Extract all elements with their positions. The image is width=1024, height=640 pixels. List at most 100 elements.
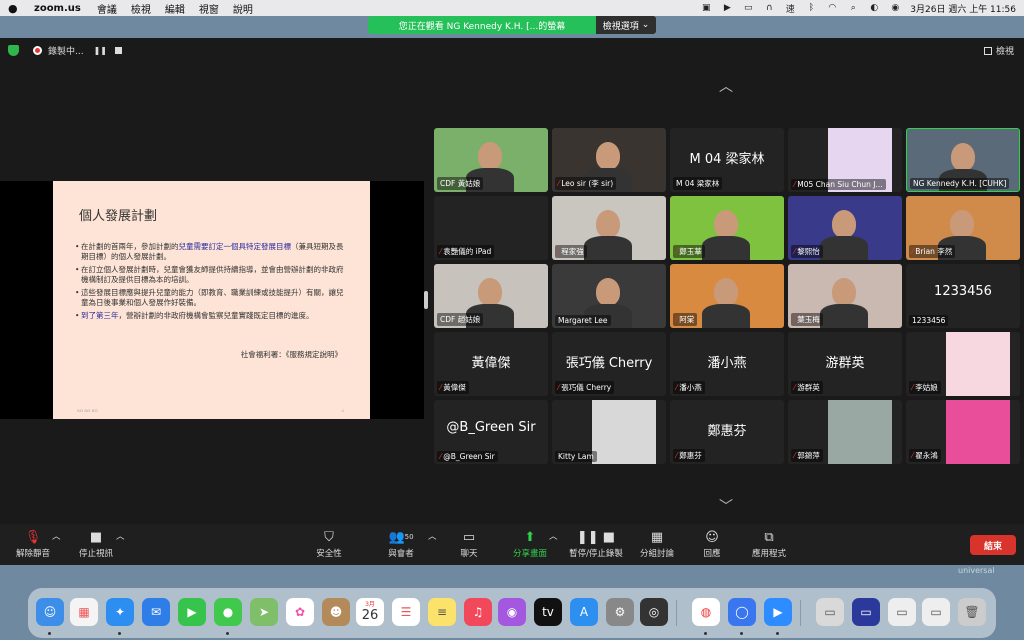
podcasts-icon[interactable]: ◉	[498, 598, 526, 626]
participant-tile[interactable]: @B_Green Sir ⁄ @B_Green Sir	[434, 400, 548, 464]
participant-tile[interactable]: ⁄ 翟永鴻	[906, 400, 1020, 464]
finder-icon[interactable]: ☺	[36, 598, 64, 626]
zoom-status-icon[interactable]: ▣	[700, 3, 712, 13]
participant-tile[interactable]: 1233456 1233456	[906, 264, 1020, 328]
pause-recording-icon[interactable]: ❚❚	[94, 46, 107, 55]
participants-caret-icon[interactable]: ︿	[428, 530, 437, 542]
running-indicator	[118, 632, 121, 635]
video-options-caret-icon[interactable]: ︿	[116, 530, 125, 542]
participant-tile[interactable]: ⁄ 袁艷儀的 iPad	[434, 196, 548, 260]
participant-tile[interactable]: ⁄ 郭錦萍	[788, 400, 902, 464]
pause-stop-recording-button[interactable]: ❚❚ ■ 暫停/停止錄製	[566, 530, 626, 559]
participant-tile[interactable]: Margaret Lee	[552, 264, 666, 328]
participant-tile[interactable]: 張巧儀 Cherry ⁄ 張巧儀 Cherry	[552, 332, 666, 396]
control-center-icon[interactable]: ◐	[868, 3, 880, 13]
participant-tile[interactable]: ⁄ 鄭玉華	[670, 196, 784, 260]
messages-icon[interactable]: ●	[214, 598, 242, 626]
participant-tile[interactable]: CDF 黃姑娘	[434, 128, 548, 192]
safari-icon[interactable]: ✦	[106, 598, 134, 626]
chat-button[interactable]: ▭ 聊天	[456, 530, 482, 559]
contacts-icon[interactable]: ☻	[322, 598, 350, 626]
minimized-window-icon[interactable]: ▭	[816, 598, 844, 626]
unmute-button[interactable]: 🎙 解除靜音	[14, 530, 52, 559]
view-button[interactable]: 檢視	[983, 44, 1014, 57]
participant-tile[interactable]: 潘小燕 ⁄ 潘小燕	[670, 332, 784, 396]
participant-tile[interactable]: 鄭惠芬 ⁄ 鄭惠芬	[670, 400, 784, 464]
participant-tile[interactable]: CDF 趙姑娘	[434, 264, 548, 328]
participants-button[interactable]: 👥50 與會者	[384, 530, 418, 559]
end-meeting-button[interactable]: 結束	[970, 535, 1016, 555]
participant-tile[interactable]: ⁄ 葉玉梅	[788, 264, 902, 328]
participant-video	[946, 332, 1010, 396]
participant-tile[interactable]: ⁄ 阿棠	[670, 264, 784, 328]
share-options-caret-icon[interactable]: ︿	[549, 530, 558, 542]
share-screen-button[interactable]: ⬆ 分享畫面	[510, 530, 550, 559]
participant-tile[interactable]: ⁄ Brian 李然	[906, 196, 1020, 260]
participant-tile[interactable]: 游群英 ⁄ 游群英	[788, 332, 902, 396]
view-options-button[interactable]: 檢視選項 ⌄	[596, 16, 656, 34]
play-icon[interactable]: ▶	[721, 3, 733, 13]
slide-page-number: 2	[341, 408, 344, 413]
minimized-window-icon[interactable]: ▭	[922, 598, 950, 626]
headphones-icon[interactable]: ∩	[763, 3, 775, 13]
app-name-menu[interactable]: zoom.us	[34, 3, 81, 14]
apple-icon[interactable]: ●	[8, 2, 20, 15]
audio-options-caret-icon[interactable]: ︿	[52, 530, 61, 542]
encryption-shield-icon[interactable]	[8, 44, 19, 56]
music-icon[interactable]: ♫	[464, 598, 492, 626]
zoom-dock-icon[interactable]: ▶	[764, 598, 792, 626]
input-method-icon[interactable]: 速	[784, 3, 796, 15]
minimized-window-icon[interactable]: ▭	[852, 598, 880, 626]
participant-tile[interactable]: ⁄ M05 Chan Siu Chun J...	[788, 128, 902, 192]
system-preferences-icon[interactable]: ⚙	[606, 598, 634, 626]
participant-tile[interactable]: ⁄ Leo sir (李 sir)	[552, 128, 666, 192]
participant-tile[interactable]: ⁄ 黎熙怡	[788, 196, 902, 260]
disk-utility-icon[interactable]: ◎	[640, 598, 668, 626]
split-view-handle[interactable]	[424, 291, 428, 309]
siri-icon[interactable]: ◉	[889, 3, 901, 13]
participant-tile[interactable]: Kitty Lam	[552, 400, 666, 464]
reactions-button[interactable]: ☺ 回應	[700, 530, 724, 559]
participant-name-label: ⁄ 翟永鴻	[909, 449, 941, 462]
reminders-icon[interactable]: ☰	[392, 598, 420, 626]
app-store-icon[interactable]: A	[570, 598, 598, 626]
menu-meeting[interactable]: 會議	[97, 1, 117, 16]
participant-tile[interactable]: M 04 梁家林 M 04 梁家林	[670, 128, 784, 192]
battery-icon[interactable]: ▭	[742, 3, 754, 13]
participant-name-label: ⁄ 潘小燕	[673, 381, 705, 394]
facetime-icon[interactable]: ▶	[178, 598, 206, 626]
notes-icon[interactable]: ≡	[428, 598, 456, 626]
wifi-icon[interactable]: ◠	[826, 3, 838, 13]
menu-window[interactable]: 視窗	[199, 1, 219, 16]
chrome-icon[interactable]: ◍	[692, 598, 720, 626]
apps-button[interactable]: ⧉ 應用程式	[750, 530, 788, 559]
muted-mic-icon: ⁄	[912, 451, 914, 460]
gallery-page-up-icon[interactable]: ︿	[713, 80, 739, 94]
maps-icon[interactable]: ➤	[250, 598, 278, 626]
breakout-rooms-button[interactable]: ▦ 分組討論	[638, 530, 676, 559]
menu-edit[interactable]: 編輯	[165, 1, 185, 16]
launchpad-icon[interactable]: ▦	[70, 598, 98, 626]
mail-icon[interactable]: ✉	[142, 598, 170, 626]
minimized-window-icon[interactable]: ▭	[888, 598, 916, 626]
participant-tile[interactable]: ⁄ 程家強	[552, 196, 666, 260]
participant-tile[interactable]: ⁄ 李姑娘	[906, 332, 1020, 396]
search-icon[interactable]: ⌕	[847, 3, 859, 13]
stop-recording-icon[interactable]	[115, 46, 122, 54]
participant-tile[interactable]: 黃偉傑 ⁄ 黃偉傑	[434, 332, 548, 396]
stop-video-button[interactable]: ■ 停止視訊	[76, 530, 116, 559]
menubar-clock[interactable]: 3月26日 週六 上午 11:56	[910, 2, 1016, 15]
calendar-icon[interactable]: 3月 26	[356, 598, 384, 626]
trash-icon[interactable]: 🗑	[958, 598, 986, 626]
menu-view[interactable]: 檢視	[131, 1, 151, 16]
bluetooth-icon[interactable]: ᛒ	[805, 3, 817, 13]
menu-help[interactable]: 說明	[233, 1, 253, 16]
apple-tv-icon[interactable]: tv	[534, 598, 562, 626]
participant-name-label: ⁄ Leo sir (李 sir)	[555, 177, 617, 190]
photos-icon[interactable]: ✿	[286, 598, 314, 626]
gallery-page-down-icon[interactable]: ﹀	[713, 500, 739, 514]
participant-tile[interactable]: NG Kennedy K.H. [CUHK]	[906, 128, 1020, 192]
security-button[interactable]: ⛉ 安全性	[312, 530, 346, 559]
participant-display-name: 張巧儀 Cherry	[565, 356, 653, 371]
signal-icon[interactable]: ◯	[728, 598, 756, 626]
